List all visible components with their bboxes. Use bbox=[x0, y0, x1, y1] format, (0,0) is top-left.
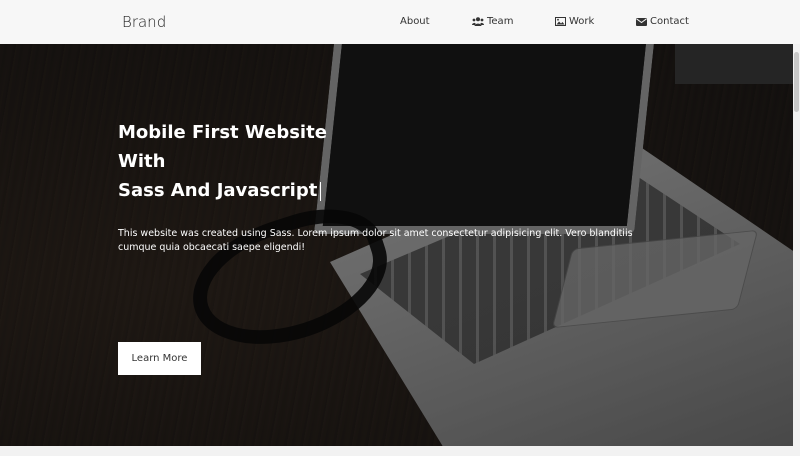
scrollbar[interactable] bbox=[793, 44, 800, 456]
hero-section: Mobile First Website With Sass And Javas… bbox=[0, 44, 793, 446]
scrollbar-thumb[interactable] bbox=[794, 52, 799, 112]
nav-item-work[interactable]: Work bbox=[554, 16, 594, 27]
nav-item-label: About bbox=[400, 16, 430, 27]
nav-item-label: Work bbox=[569, 16, 595, 27]
envelope-icon bbox=[635, 17, 647, 27]
nav-item-about[interactable]: About bbox=[400, 16, 430, 27]
next-section-edge bbox=[0, 446, 793, 456]
typing-cursor bbox=[320, 181, 322, 201]
nav-item-label: Contact bbox=[650, 16, 689, 27]
hero-title-line2: Sass And Javascript bbox=[118, 180, 318, 201]
nav-item-team[interactable]: Team bbox=[472, 16, 513, 27]
navbar: Brand About Team Work Contact bbox=[0, 0, 800, 44]
hero-description: This website was created using Sass. Lor… bbox=[118, 228, 633, 253]
brand-logo[interactable]: Brand bbox=[122, 13, 166, 31]
hero-title: Mobile First Website With Sass And Javas… bbox=[118, 118, 378, 205]
hero-title-line1: Mobile First Website With bbox=[118, 122, 327, 172]
users-icon bbox=[472, 17, 484, 27]
nav-item-label: Team bbox=[487, 16, 514, 27]
nav-item-contact[interactable]: Contact bbox=[635, 16, 689, 27]
image-icon bbox=[554, 17, 566, 27]
learn-more-button[interactable]: Learn More bbox=[118, 342, 201, 375]
